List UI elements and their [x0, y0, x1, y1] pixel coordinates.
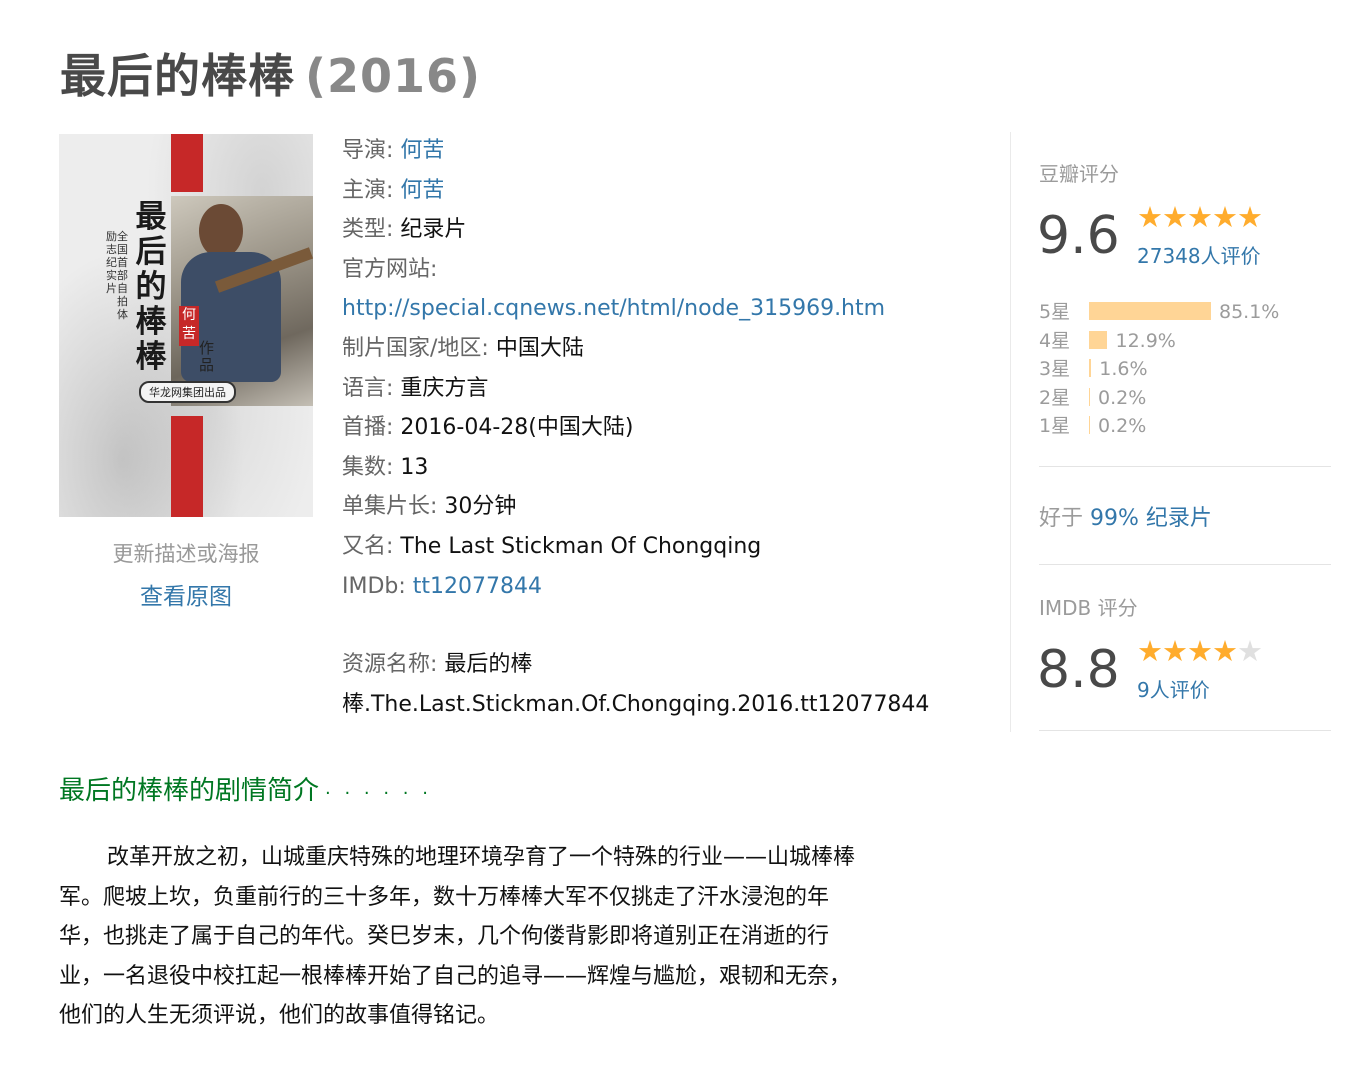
star-filled-icon: ★: [1212, 634, 1238, 668]
synopsis-line: 华，也挑走了属于自己的年代。癸巳岁末，几个佝偻背影即将道别正在消逝的行: [59, 924, 830, 950]
synopsis-dots: · · · · · ·: [325, 783, 432, 804]
divider: [1039, 564, 1331, 565]
movie-info: 导演: 何苦 主演: 何苦 类型: 纪录片 官方网站: http://speci…: [342, 131, 982, 724]
synopsis-heading: 最后的棒棒的剧情简介 · · · · · ·: [59, 776, 432, 806]
info-cast: 主演: 何苦: [342, 177, 445, 203]
rating-percent: 85.1%: [1219, 301, 1280, 323]
imdb-rating-title: IMDB 评分: [1039, 596, 1138, 620]
poster-publisher: 华龙网集团出品: [139, 381, 236, 403]
rating-row: 1星 0.2%: [1039, 411, 1147, 437]
poster-work-label: 作品: [199, 339, 215, 374]
rating-row: 4星 12.9%: [1039, 326, 1176, 352]
info-country: 制片国家/地区: 中国大陆: [342, 335, 584, 361]
update-poster-link[interactable]: 更新描述或海报: [59, 538, 313, 568]
rating-bar: [1089, 330, 1108, 349]
poster-seal: 何苦: [179, 306, 199, 346]
rating-percent: 0.2%: [1098, 386, 1147, 409]
rating-row-label: 5星: [1039, 301, 1071, 323]
rating-row: 2星 0.2%: [1039, 383, 1147, 409]
info-genre: 类型: 纪录片: [342, 217, 467, 243]
douban-star-rating: ★★★★★: [1137, 200, 1263, 234]
info-resource: 资源名称: 最后的棒: [342, 652, 533, 678]
info-imdb: IMDb: tt12077844: [342, 573, 543, 599]
info-website-label: 官方网站:: [342, 256, 438, 282]
info-resource-cont: 棒.The.Last.Stickman.Of.Chongqing.2016.tt…: [342, 691, 930, 717]
star-empty-icon: ★: [1237, 634, 1263, 668]
director-link[interactable]: 何苦: [400, 138, 444, 163]
info-episodes: 集数: 13: [342, 454, 429, 480]
info-director: 导演: 何苦: [342, 138, 445, 163]
poster-image[interactable]: 最后的棒棒 全国首部自拍体 励志纪实片 何苦 作品 华龙网集团出品: [59, 134, 313, 517]
poster-person-head: [199, 204, 243, 258]
star-filled-icon: ★: [1212, 200, 1238, 234]
info-aka: 又名: The Last Stickman Of Chongqing: [342, 533, 762, 559]
movie-page: 最后的棒棒 (2016) 最后的棒棒 全国首部自拍体 励志纪实片 何苦 作品 华龙…: [0, 0, 1363, 1080]
douban-rating-title: 豆瓣评分: [1039, 162, 1119, 186]
rating-percent: 1.6%: [1099, 358, 1148, 380]
rating-row-label: 1星: [1039, 415, 1071, 437]
rating-row-label: 3星: [1039, 358, 1071, 380]
info-runtime: 单集片长: 30分钟: [342, 494, 517, 520]
douban-score: 9.6: [1037, 206, 1120, 266]
star-filled-icon: ★: [1187, 200, 1213, 234]
rating-row: 5星 85.1%: [1039, 297, 1280, 323]
rating-bar: [1089, 387, 1090, 406]
poster-red-band-top: [171, 134, 203, 192]
page-title: 最后的棒棒 (2016): [60, 40, 481, 106]
rating-row: 3星 1.6%: [1039, 354, 1148, 380]
douban-votes-link[interactable]: 27348人评价: [1137, 240, 1261, 269]
website-link[interactable]: http://special.cqnews.net/html/node_3159…: [342, 296, 885, 321]
info-premiere: 首播: 2016-04-28(中国大陆): [342, 415, 634, 441]
synopsis-line: 军。爬坡上坎，负重前行的三十多年，数十万棒棒大军不仅挑走了汗水浸泡的年: [59, 884, 830, 910]
rating-row-label: 2星: [1039, 386, 1071, 409]
star-filled-icon: ★: [1137, 200, 1163, 234]
cast-link[interactable]: 何苦: [400, 178, 444, 203]
rating-bar: [1089, 302, 1211, 320]
imdb-score: 8.8: [1037, 640, 1120, 700]
rating-panel: 豆瓣评分 9.6 ★★★★★ 27348人评价 5星 85.1% 4星 12.9% 3星…: [1010, 132, 1333, 732]
poster-red-band-bottom: [171, 416, 203, 517]
rating-percent: 0.2%: [1098, 415, 1147, 437]
poster-title-text: 最后的棒棒: [135, 199, 167, 375]
imdb-votes-link[interactable]: 9人评价: [1137, 674, 1210, 703]
rating-bar: [1089, 416, 1090, 434]
imdb-link[interactable]: tt12077844: [413, 574, 542, 599]
movie-title: 最后的棒棒: [60, 49, 295, 103]
imdb-star-rating: ★★★★★: [1137, 634, 1263, 668]
movie-year: (2016): [305, 49, 482, 103]
rating-row-label: 4星: [1039, 329, 1071, 352]
rating-bar: [1089, 359, 1092, 377]
info-website: http://special.cqnews.net/html/node_3159…: [342, 289, 982, 329]
poster-subtitle-2: 励志纪实片: [106, 230, 117, 295]
info-language: 语言: 重庆方言: [342, 375, 489, 401]
synopsis-line: 他们的人生无须评说，他们的故事值得铭记。: [59, 1003, 500, 1029]
better-than: 好于 99% 纪录片: [1039, 506, 1212, 531]
divider: [1039, 730, 1331, 731]
star-filled-icon: ★: [1162, 200, 1188, 234]
synopsis-line: 改革开放之初，山城重庆特殊的地理环境孕育了一个特殊的行业——山城棒棒: [107, 845, 856, 870]
divider: [1039, 466, 1331, 467]
view-original-link[interactable]: 查看原图: [59, 577, 313, 611]
star-filled-icon: ★: [1187, 634, 1213, 668]
rating-percent: 12.9%: [1115, 329, 1176, 352]
star-filled-icon: ★: [1137, 634, 1163, 668]
better-than-link[interactable]: 99% 纪录片: [1090, 506, 1212, 531]
synopsis-line: 业，一名退役中校扛起一根棒棒开始了自己的追寻——辉煌与尴尬，艰韧和无奈，: [59, 963, 852, 989]
star-filled-icon: ★: [1162, 634, 1188, 668]
synopsis-text: 改革开放之初，山城重庆特殊的地理环境孕育了一个特殊的行业——山城棒棒军。爬坡上坎…: [59, 838, 959, 1036]
star-filled-icon: ★: [1237, 200, 1263, 234]
